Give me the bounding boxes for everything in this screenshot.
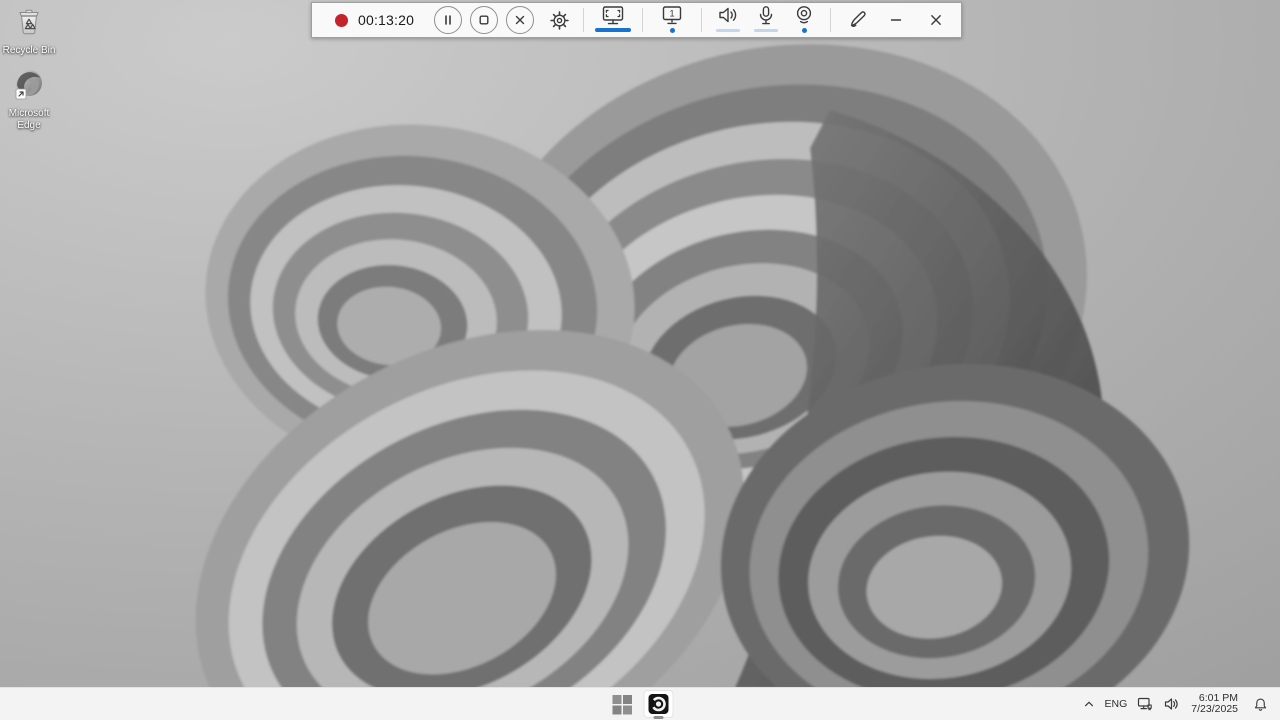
recycle-bin-icon [12,4,46,43]
microphone-level-track [754,28,778,32]
recording-timer: 00:13:20 [358,12,415,28]
taskbar-app-recorder[interactable] [643,690,674,719]
speaker-icon [719,7,737,23]
record-indicator-icon [335,13,348,27]
screen-capture-toggle[interactable] [591,3,635,37]
recorder-app-icon [648,694,669,714]
volume-icon [1165,698,1178,710]
system-audio-level-track [716,28,740,32]
minimize-button[interactable] [876,3,916,37]
pause-icon [445,15,451,25]
svg-text:1: 1 [669,9,674,20]
display-1-enabled-dot [669,27,675,33]
recorder-toolbar: 00:13:20 1 [311,2,962,38]
stop-icon [479,15,489,25]
screen-capture-active-indicator [595,28,631,32]
toolbar-divider [583,8,584,32]
annotate-button[interactable] [840,3,876,37]
microphone-toggle[interactable] [747,3,785,37]
microphone-icon [759,6,773,25]
system-tray: ENG 6:01 PM 7/23/2025 [1078,688,1276,720]
gear-icon [549,10,569,30]
close-button[interactable] [916,3,956,37]
start-button[interactable] [607,690,637,718]
pause-button[interactable] [434,6,462,34]
tray-volume-button[interactable] [1158,691,1184,717]
taskbar-center [607,688,674,720]
edge-icon [12,67,46,106]
cancel-button[interactable] [506,6,534,34]
chevron-up-icon [1084,701,1093,707]
wallpaper-bloom [0,0,1280,688]
display-1-toggle[interactable]: 1 [650,3,694,37]
desktop-icon-microsoft-edge[interactable]: Microsoft Edge [0,67,58,132]
tray-language-button[interactable]: ENG [1100,691,1133,717]
webcam-toggle[interactable] [785,3,823,37]
tray-date: 7/23/2025 [1191,703,1238,715]
bell-icon [1254,698,1267,711]
minimize-icon [890,19,902,21]
webcam-enabled-dot [801,27,807,33]
system-audio-toggle[interactable] [709,3,747,37]
desktop-icon-recycle-bin[interactable]: Recycle Bin [0,4,58,57]
toolbar-divider [701,8,702,32]
close-icon [931,15,941,25]
tray-clock-button[interactable]: 6:01 PM 7/23/2025 [1184,691,1245,717]
desktop-icon-label: Recycle Bin [2,45,56,56]
windows-start-icon [612,694,632,714]
desktop: Recycle Bin Microsoft Edge 00:13:20 1 EN… [0,0,1280,720]
taskbar: ENG 6:01 PM 7/23/2025 [0,687,1280,720]
tray-hidden-icons-button[interactable] [1078,691,1100,717]
settings-button[interactable] [542,3,576,37]
tray-notifications-button[interactable] [1245,691,1276,717]
toolbar-divider [642,8,643,32]
network-icon [1138,697,1153,711]
tray-network-button[interactable] [1132,691,1158,717]
desktop-icon-label: Microsoft Edge [8,108,50,131]
stop-button[interactable] [470,6,498,34]
cancel-icon [515,15,525,25]
screen-capture-icon [602,6,624,25]
desktop-icon-grid: Recycle Bin Microsoft Edge [0,4,58,132]
app-running-indicator [653,716,664,719]
pen-icon [850,11,866,27]
webcam-icon [796,6,812,24]
display-1-icon: 1 [662,6,682,25]
toolbar-divider [830,8,831,32]
